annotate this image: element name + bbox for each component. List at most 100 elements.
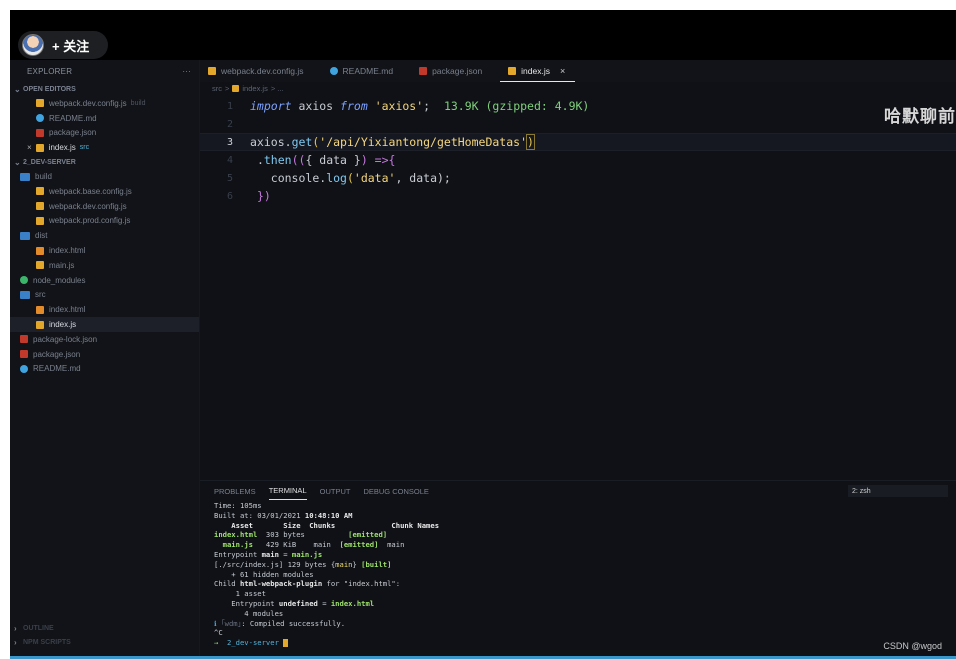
js-file-icon — [208, 67, 216, 75]
tree-item-label: webpack.prod.config.js — [49, 216, 131, 226]
code-token: '/api/Yixiantong/getHomeDatas' — [319, 135, 527, 149]
tree-item[interactable]: index.html — [10, 243, 199, 258]
terminal-text: Entrypoint — [214, 549, 262, 559]
code-editor[interactable]: 1 import axios from 'axios'; 13.9K (gzip… — [200, 95, 956, 485]
chevron-down-icon: ⌄ — [14, 84, 21, 94]
code-line: 1 import axios from 'axios'; 13.9K (gzip… — [200, 97, 956, 115]
open-editor-folder: src — [79, 144, 90, 152]
chevron-down-icon: ⌄ — [14, 157, 21, 167]
tree-folder-node-modules[interactable]: node_modules — [10, 273, 199, 288]
terminal-select[interactable]: 2: zsh — [848, 485, 948, 497]
tree-item[interactable]: webpack.base.config.js — [10, 184, 199, 199]
terminal-line: Time: 105ms — [214, 501, 262, 510]
tab-terminal[interactable]: TERMINAL — [268, 482, 307, 500]
tree-folder-build[interactable]: build — [10, 169, 199, 184]
tree-item-label: node_modules — [33, 275, 86, 285]
terminal-line: Built at: 03/01/2021 10:48:10 AM — [214, 511, 956, 521]
tree-item-label: webpack.base.config.js — [49, 186, 132, 196]
tab-readme[interactable]: README.md — [322, 60, 404, 82]
npm-icon — [20, 350, 28, 359]
terminal-text: = — [278, 549, 292, 559]
tree-item[interactable]: main.js — [10, 258, 199, 273]
code-line: 2 — [200, 115, 956, 133]
code-line: 5 console. log('data', data); — [200, 169, 956, 187]
tree-item[interactable]: webpack.prod.config.js — [10, 214, 199, 229]
import-cost-hint: 13.9K (gzipped: 4.9K) — [443, 99, 590, 113]
npm-scripts-section[interactable]: › NPM SCRIPTS — [10, 635, 200, 649]
open-editor-label: package.json — [49, 128, 97, 138]
open-editor-item-active[interactable]: × index.js src — [10, 140, 199, 155]
js-file-icon — [232, 85, 240, 92]
tab-package-json[interactable]: package.json — [411, 60, 492, 82]
code-token: ) — [526, 134, 535, 150]
tree-item[interactable]: webpack.dev.config.js — [10, 199, 199, 214]
open-editor-item[interactable]: package.json — [10, 126, 199, 141]
code-token: . — [284, 135, 292, 149]
close-icon[interactable]: × — [560, 66, 565, 76]
tree-item-label: README.md — [33, 364, 81, 374]
open-editors-section[interactable]: ⌄ OPEN EDITORS — [10, 82, 199, 96]
terminal-line: main.js 429 KiB main [emitted] main — [214, 540, 956, 550]
tree-item-label: build — [35, 172, 52, 182]
tree-folder-src[interactable]: src — [10, 288, 199, 303]
terminal-line: 4 modules — [214, 608, 284, 618]
terminal-text: main.js — [291, 549, 323, 559]
tab-problems[interactable]: PROBLEMS — [214, 483, 256, 500]
breadcrumb-file[interactable]: index.js — [242, 84, 267, 93]
tree-item-label: index.html — [49, 305, 86, 315]
npm-scripts-label: NPM SCRIPTS — [23, 638, 71, 646]
close-icon[interactable]: × — [27, 143, 32, 152]
code-token: get — [291, 135, 313, 149]
breadcrumb-more[interactable]: > ... — [271, 84, 284, 93]
open-editor-label: webpack.dev.config.js — [49, 98, 127, 108]
open-editor-item[interactable]: webpack.dev.config.js build — [10, 96, 199, 111]
chevron-right-icon: › — [14, 637, 17, 647]
follow-button[interactable]: + 关注 — [18, 31, 108, 59]
tree-item[interactable]: README.md — [10, 362, 199, 377]
tree-item-label: index.html — [49, 246, 86, 256]
breadcrumb: src > index.js > ... — [212, 84, 284, 93]
sidebar-bottom: › OUTLINE › NPM SCRIPTS — [10, 621, 200, 659]
js-file-icon — [36, 216, 44, 225]
panel-tabs: PROBLEMS TERMINAL OUTPUT DEBUG CONSOLE — [200, 481, 956, 501]
code-token: , data); — [395, 171, 451, 185]
tab-index-js[interactable]: index.js × — [500, 60, 576, 82]
terminal-text: } — [352, 559, 362, 569]
terminal-line: [./src/index.js] 129 bytes {main} [built… — [214, 560, 956, 570]
tree-item[interactable]: package.json — [10, 347, 199, 362]
js-file-icon — [36, 187, 44, 196]
line-number: 4 — [226, 154, 233, 166]
info-icon — [329, 67, 338, 75]
code-token: ( — [312, 135, 320, 149]
tab-output[interactable]: OUTPUT — [320, 483, 351, 500]
terminal-line: Asset Size Chunks Chunk Names — [214, 520, 440, 530]
breadcrumb-folder[interactable]: src — [212, 84, 222, 93]
info-icon — [36, 114, 44, 123]
tree-item[interactable]: package-lock.json — [10, 332, 199, 347]
open-editor-label: README.md — [49, 113, 97, 123]
tab-debug-console[interactable]: DEBUG CONSOLE — [363, 483, 428, 500]
line-number: 3 — [226, 136, 233, 148]
terminal-output[interactable]: Time: 105ms Built at: 03/01/2021 10:48:10… — [200, 501, 956, 648]
outline-section[interactable]: › OUTLINE — [10, 621, 200, 635]
video-overlay-bar: + 关注 — [10, 10, 956, 60]
terminal-text: Built at: 03/01/2021 — [214, 510, 305, 520]
code-line: 4 . then(({ data }) => { — [200, 151, 956, 169]
breadcrumb-separator: > — [225, 84, 230, 93]
terminal-text: 303 bytes — [257, 530, 349, 540]
project-section[interactable]: ⌄ 2_DEV-SERVER — [10, 155, 199, 169]
tree-item[interactable]: index.html — [10, 302, 199, 317]
tab-webpack-dev-config[interactable]: webpack.dev.config.js — [200, 60, 314, 82]
tree-item-active[interactable]: index.js — [10, 317, 199, 332]
folder-icon — [20, 231, 30, 240]
info-icon: ℹ — [214, 618, 222, 628]
terminal-text: : Compiled successfully. — [241, 618, 346, 628]
more-actions-icon[interactable]: ··· — [182, 67, 191, 76]
project-label: 2_DEV-SERVER — [23, 158, 76, 166]
html-file-icon — [36, 246, 44, 255]
info-icon — [20, 364, 28, 373]
terminal-line: Child html-webpack-plugin for "index.htm… — [214, 579, 956, 589]
js-file-icon — [508, 66, 517, 75]
tree-folder-dist[interactable]: dist — [10, 228, 199, 243]
open-editor-item[interactable]: README.md — [10, 111, 199, 126]
